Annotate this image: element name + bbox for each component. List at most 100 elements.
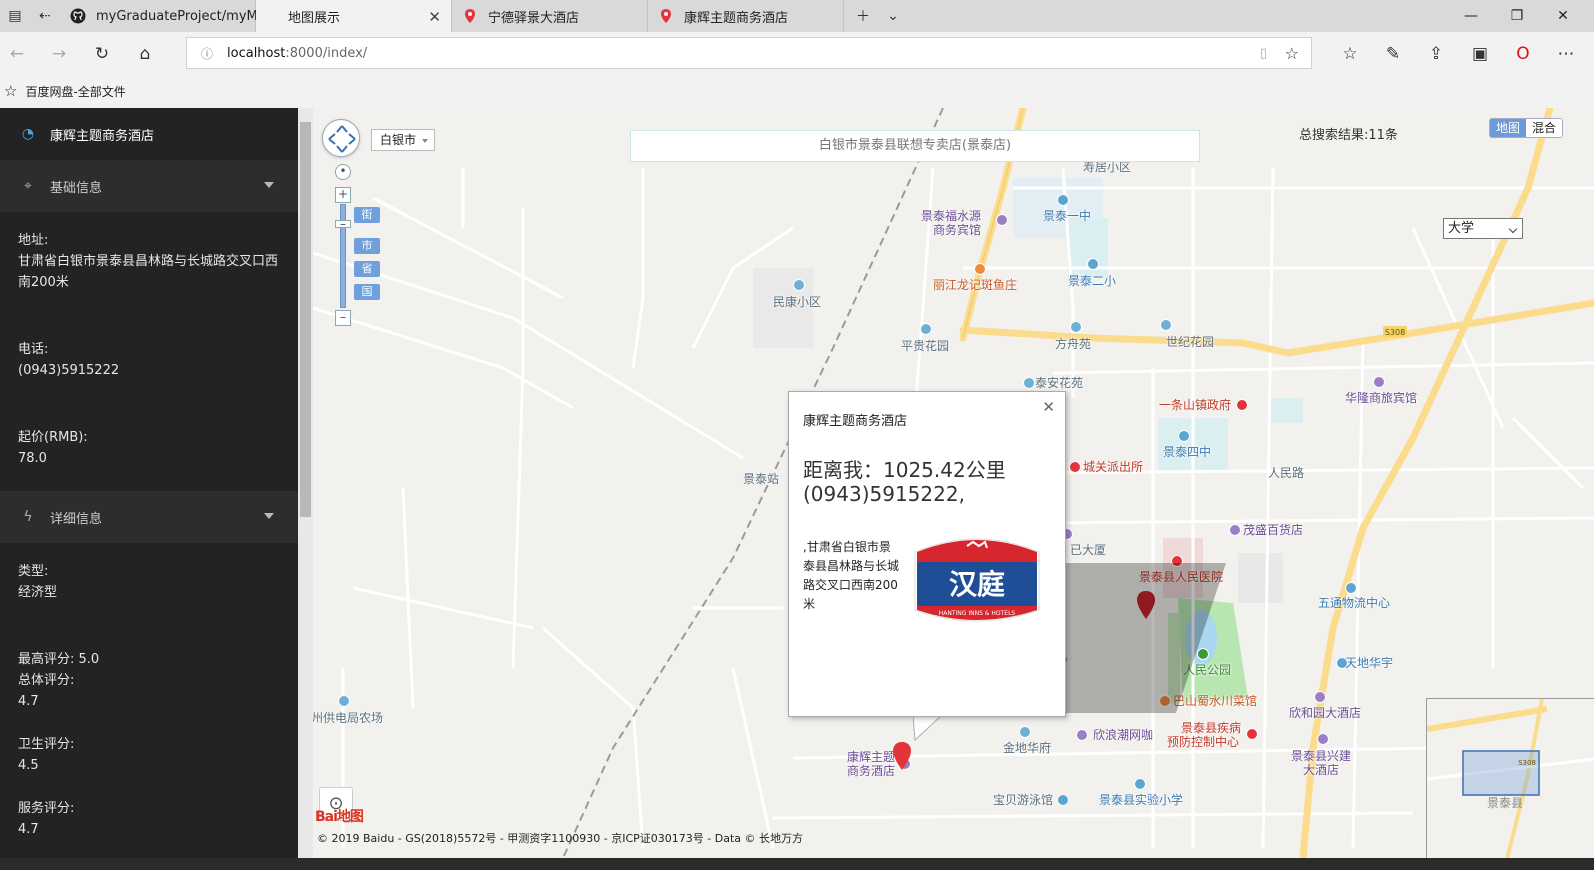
poi-label: 景泰县兴建 [1291, 749, 1352, 763]
sidebar-scrollbar[interactable] [298, 108, 313, 870]
selected-marker-icon[interactable] [891, 741, 913, 771]
residential-poi-icon[interactable] [1070, 321, 1082, 333]
shop-poi-icon[interactable] [1229, 524, 1241, 536]
refresh-icon[interactable]: ↻ [89, 41, 115, 67]
police-poi-icon[interactable] [1069, 461, 1081, 473]
popup-title: 康辉主题商务酒店 [803, 414, 908, 429]
back-icon[interactable]: ← [4, 41, 30, 67]
overall-value: 4.7 [18, 694, 39, 709]
poi-label: 康辉主题 [847, 750, 896, 764]
close-window-icon[interactable]: ✕ [1540, 0, 1586, 32]
tab-map-display[interactable]: 地图展示 ✕ [256, 0, 452, 32]
zoom-level-country[interactable]: 国 [354, 284, 380, 300]
swimming-poi-icon[interactable] [1057, 794, 1069, 806]
category-select[interactable]: 大学 [1443, 218, 1523, 239]
new-tab-icon[interactable]: ＋ [848, 0, 878, 32]
hotel-poi-icon[interactable] [996, 214, 1008, 226]
logistics-poi-icon[interactable] [1345, 582, 1357, 594]
map-type-hybrid[interactable]: 混合 [1526, 119, 1563, 137]
opera-icon[interactable]: O [1510, 41, 1536, 67]
close-tab-icon[interactable]: ✕ [428, 8, 441, 26]
tab-github[interactable]: myGraduateProject/myMap [60, 0, 274, 32]
farm-poi-icon[interactable] [338, 695, 350, 707]
github-icon [70, 8, 86, 24]
close-icon[interactable]: ✕ [1042, 398, 1055, 416]
restore-icon[interactable]: ❐ [1494, 0, 1540, 32]
school-poi-icon[interactable] [1178, 430, 1190, 442]
poi-label: 州供电局农场 [313, 711, 384, 725]
poi-label: 人民路 [1268, 466, 1305, 480]
address-bar[interactable]: ⓘ localhost :8000/index/ ▯ ☆ [186, 37, 1312, 69]
reading-view-icon[interactable]: ▯ [1260, 46, 1267, 61]
school-poi-icon[interactable] [1057, 194, 1069, 206]
overview-map[interactable]: 景泰县 S308 [1426, 698, 1594, 858]
extension-icon[interactable]: ▣ [1467, 41, 1493, 67]
popup-distance: 距离我：1025.42公里 (0943)5915222, [803, 458, 1006, 506]
favorite-star-icon[interactable]: ☆ [1285, 44, 1299, 63]
zoom-out-button[interactable]: – [335, 310, 351, 326]
poi-label: 城关派出所 [1083, 460, 1144, 474]
hotel-poi-icon[interactable] [1317, 733, 1329, 745]
share-icon[interactable]: ⇪ [1423, 41, 1449, 67]
map-type-map[interactable]: 地图 [1490, 119, 1527, 137]
poi-label: 预防控制中心 [1167, 735, 1240, 749]
favorite-link[interactable]: 百度网盘-全部文件 [25, 83, 125, 100]
address-toolbar: ← → ↻ ⌂ ⓘ localhost :8000/index/ ▯ ☆ ☆ ✎… [0, 32, 1594, 74]
zoom-handle[interactable]: – [335, 218, 351, 230]
tab-aside-icon[interactable]: ⇠ [30, 0, 60, 32]
tab-list-icon[interactable]: ▤ [0, 0, 30, 32]
phone-value: (0943)5915222 [18, 363, 120, 378]
map-copyright: © 2019 Baidu - GS(2018)5572号 - 甲测资字11009… [317, 832, 804, 845]
basic-info-section[interactable]: ⌖ 基础信息 [0, 160, 298, 212]
poi-label: 天地华宇 [1345, 656, 1394, 670]
residential-poi-icon[interactable] [1023, 377, 1035, 389]
clinic-poi-icon[interactable] [1246, 728, 1258, 740]
map-type-switch[interactable]: 地图 混合 [1489, 118, 1564, 138]
zoom-level-street[interactable]: 街 [354, 207, 380, 223]
minimize-icon[interactable]: — [1448, 0, 1494, 32]
chevron-down-icon[interactable]: ⌄ [878, 0, 908, 32]
search-input[interactable]: 白银市景泰县联想专卖店(景泰店) [630, 130, 1200, 162]
internet-cafe-poi-icon[interactable] [1076, 729, 1088, 741]
taskbar [0, 858, 1594, 870]
poi-label: 已大厦 [1070, 543, 1107, 557]
residential-poi-icon[interactable] [920, 323, 932, 335]
detail-info-section[interactable]: ϟ 详细信息 [0, 491, 298, 543]
school-poi-icon[interactable] [1134, 778, 1146, 790]
scrollbar-thumb[interactable] [300, 122, 311, 517]
home-icon[interactable]: ⌂ [132, 41, 158, 67]
hotel-poi-icon[interactable] [1314, 691, 1326, 703]
hotel-poi-icon[interactable] [1373, 376, 1385, 388]
popup-address: ,甘肃省白银市景泰县昌林路与长城路交叉口西南200米 [803, 540, 900, 611]
detail-info-body: 类型: 经济型 最高评分: 5.0 总体评分: 4.7 卫生评分: 4.5 服务… [0, 543, 298, 850]
section-label: 详细信息 [50, 511, 103, 527]
pan-control[interactable] [322, 119, 360, 157]
price-label: 起价(RMB): [18, 430, 88, 445]
logistics-poi-icon[interactable] [1336, 657, 1348, 669]
favorites-icon[interactable]: ☆ [1337, 41, 1363, 67]
residential-poi-icon[interactable] [1160, 319, 1172, 331]
basic-info-body: 地址: 甘肃省白银市景泰县昌林路与长城路交叉口西南200米 电话: (0943)… [0, 212, 298, 479]
pen-icon[interactable]: ✎ [1380, 41, 1406, 67]
tab-kanghui-hotel[interactable]: 康辉主题商务酒店 [648, 0, 844, 32]
baidu-map[interactable]: S308 寿居小区 景泰福水源 商务宾馆 景泰一中 丽江龙记斑鱼庄 景泰二小 民… [313, 108, 1594, 858]
food-poi-icon[interactable] [974, 263, 986, 275]
more-icon[interactable]: ⋯ [1553, 41, 1579, 67]
zoom-in-button[interactable]: + [335, 187, 351, 203]
zoom-level-province[interactable]: 省 [354, 261, 380, 277]
tab-ningde-hotel[interactable]: 宁德驿景大酒店 [452, 0, 648, 32]
forward-icon[interactable]: → [46, 41, 72, 67]
residential-poi-icon[interactable] [1019, 726, 1031, 738]
road-shield: S308 [1385, 328, 1405, 337]
locate-dot-icon[interactable]: • [335, 164, 351, 180]
residential-poi-icon[interactable] [793, 279, 805, 291]
info-icon: ⓘ [201, 46, 214, 61]
school-poi-icon[interactable] [1087, 258, 1099, 270]
sidebar-header[interactable]: ◔ 康辉主题商务酒店 [0, 108, 298, 160]
poi-label: 商务酒店 [847, 764, 896, 778]
zoom-level-city[interactable]: 市 [354, 238, 380, 254]
government-poi-icon[interactable] [1236, 399, 1248, 411]
url-host: localhost [227, 45, 286, 61]
city-select[interactable]: 白银市 [371, 129, 436, 151]
popup-shadow [1066, 563, 1226, 713]
